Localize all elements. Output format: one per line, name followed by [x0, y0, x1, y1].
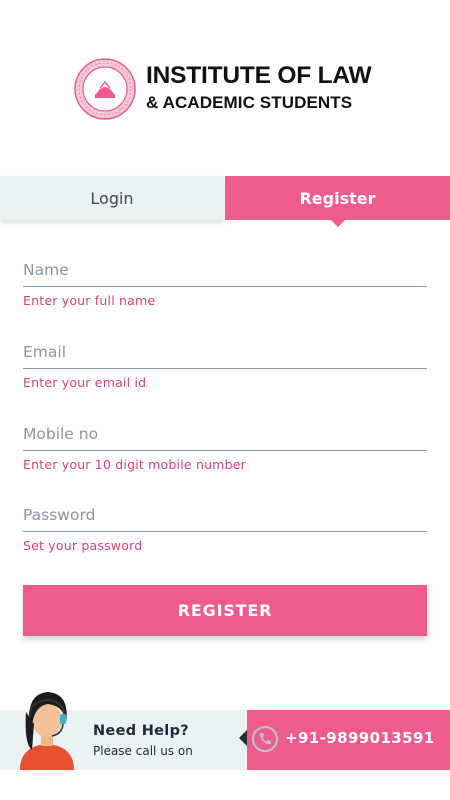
institute-seal-icon [74, 58, 136, 120]
name-hint: Enter your full name [23, 293, 156, 308]
mobile-hint: Enter your 10 digit mobile number [23, 457, 246, 472]
email-hint: Enter your email id [23, 375, 147, 390]
brand-title-line1: INSTITUTE OF LAW [146, 62, 372, 89]
email-field-group: Enter your email id [23, 335, 427, 390]
help-subtitle: Please call us on [93, 744, 193, 758]
help-title: Need Help? [93, 723, 189, 739]
phone-icon[interactable] [252, 726, 278, 752]
brand-title-line2: & ACADEMIC STUDENTS [146, 93, 353, 112]
auth-tabs: Login Register [0, 176, 450, 220]
name-input[interactable] [23, 253, 427, 287]
tab-register[interactable]: Register [225, 176, 450, 220]
support-agent-icon [20, 692, 74, 770]
mobile-input[interactable] [23, 417, 427, 451]
password-input[interactable] [23, 498, 427, 532]
email-input[interactable] [23, 335, 427, 369]
active-tab-indicator [331, 220, 345, 227]
mobile-field-group: Enter your 10 digit mobile number [23, 417, 427, 472]
tab-login[interactable]: Login [0, 176, 224, 220]
help-pointer [239, 730, 247, 746]
brand-header: INSTITUTE OF LAW & ACADEMIC STUDENTS [74, 58, 384, 122]
name-field-group: Enter your full name [23, 253, 427, 308]
password-field-group: Set your password [23, 498, 427, 553]
phone-number-link[interactable]: +91-9899013591 [285, 729, 435, 747]
register-button[interactable]: REGISTER [23, 585, 427, 636]
password-hint: Set your password [23, 538, 143, 553]
